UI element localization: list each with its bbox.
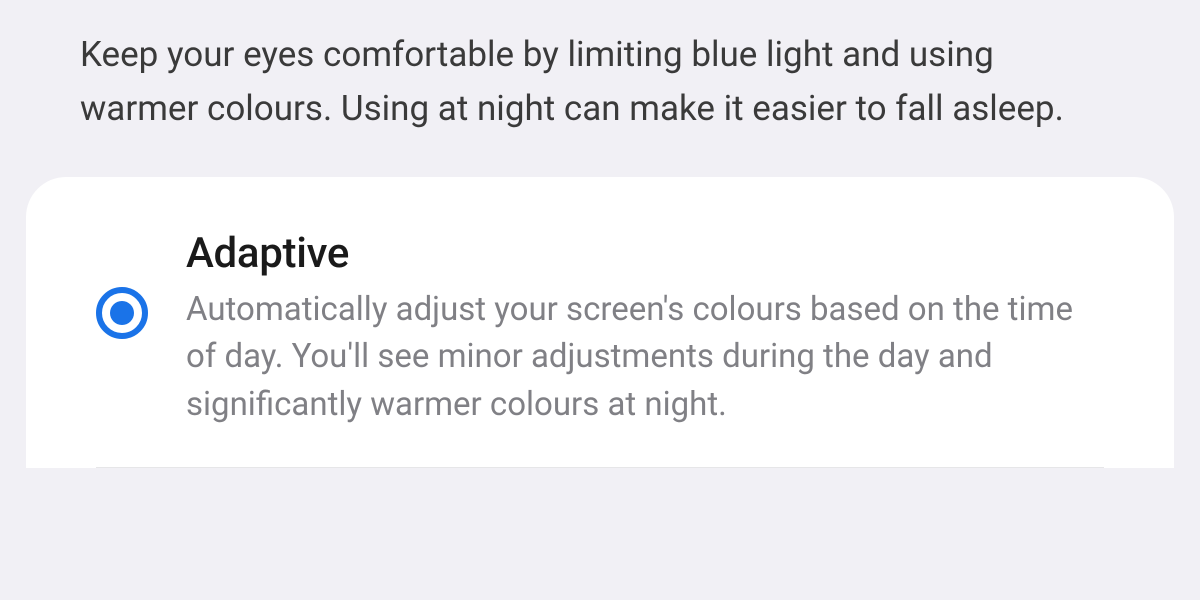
radio-selected-icon [96, 287, 148, 339]
option-adaptive[interactable]: Adaptive Automatically adjust your scree… [96, 229, 1104, 469]
option-adaptive-text: Adaptive Automatically adjust your scree… [186, 229, 1104, 430]
radio-adaptive[interactable] [96, 287, 148, 339]
option-adaptive-title: Adaptive [186, 229, 1104, 278]
option-adaptive-description: Automatically adjust your screen's colou… [186, 286, 1104, 430]
options-card: Adaptive Automatically adjust your scree… [26, 177, 1174, 469]
feature-description: Keep your eyes comfortable by limiting b… [0, 0, 1200, 177]
